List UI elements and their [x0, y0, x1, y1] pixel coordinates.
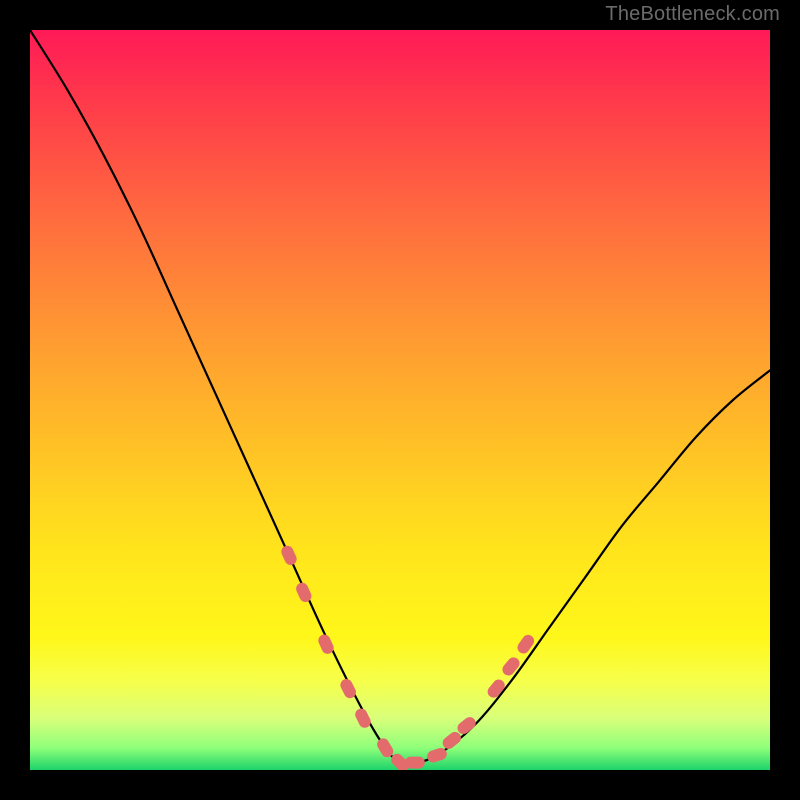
highlight-point	[405, 757, 425, 769]
chart-frame: TheBottleneck.com	[0, 0, 800, 800]
highlight-point	[485, 677, 507, 700]
highlight-point	[279, 544, 298, 567]
bottleneck-curve-line	[30, 30, 770, 764]
highlight-point	[353, 707, 373, 730]
chart-svg	[30, 30, 770, 770]
watermark-text: TheBottleneck.com	[605, 3, 780, 26]
highlight-point	[515, 633, 536, 656]
highlight-point	[500, 655, 522, 678]
highlight-points-group	[279, 544, 536, 770]
plot-area	[30, 30, 770, 770]
highlight-point	[294, 581, 313, 604]
